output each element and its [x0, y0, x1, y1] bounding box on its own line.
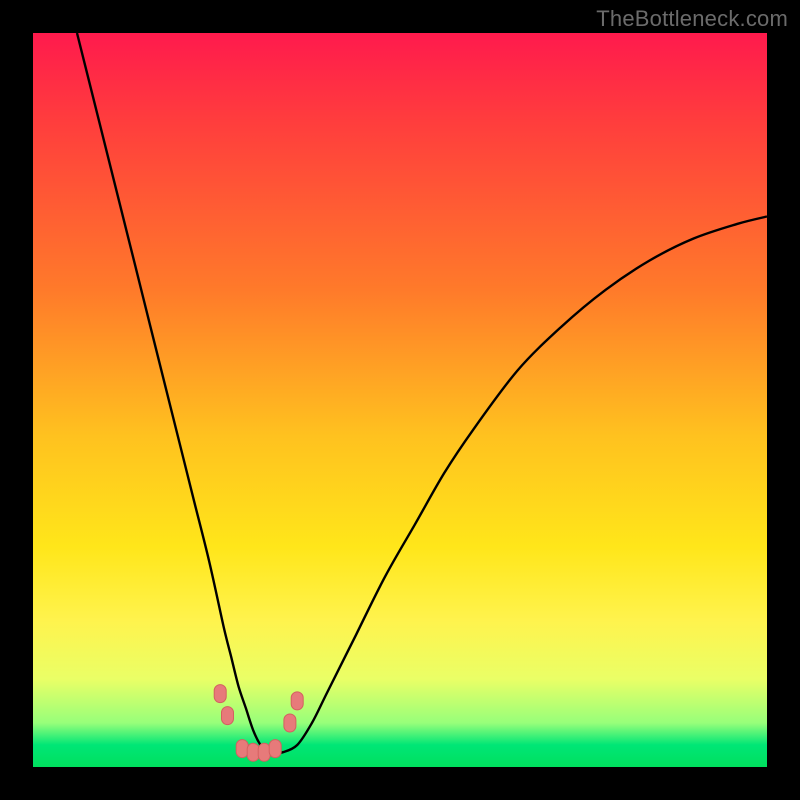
- curve-marker: [284, 714, 296, 732]
- bottleneck-curve: [77, 33, 767, 753]
- curve-marker: [269, 740, 281, 758]
- curve-marker: [214, 685, 226, 703]
- curve-marker: [258, 743, 270, 761]
- watermark-text: TheBottleneck.com: [596, 6, 788, 32]
- curve-marker: [236, 740, 248, 758]
- chart-frame: TheBottleneck.com: [0, 0, 800, 800]
- chart-plot-area: [33, 33, 767, 767]
- curve-marker: [291, 692, 303, 710]
- chart-svg: [33, 33, 767, 767]
- curve-marker: [247, 743, 259, 761]
- curve-marker: [222, 707, 234, 725]
